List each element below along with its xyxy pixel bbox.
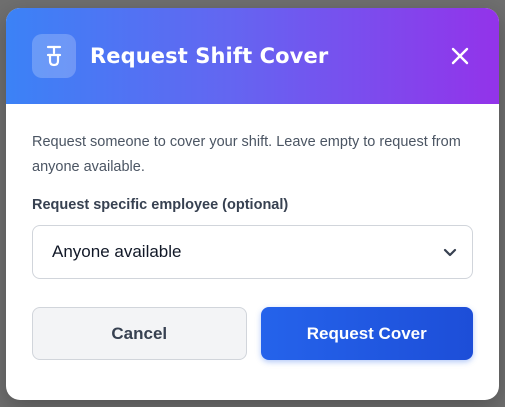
close-icon — [451, 47, 469, 65]
cancel-button[interactable]: Cancel — [32, 307, 247, 360]
chevron-down-icon — [443, 248, 457, 257]
dialog-header: Request Shift Cover — [6, 8, 499, 104]
dialog-description: Request someone to cover your shift. Lea… — [32, 134, 461, 175]
dialog-body: Request someone to cover your shift. Lea… — [6, 104, 499, 360]
dialog-title: Request Shift Cover — [90, 44, 329, 68]
request-cover-button[interactable]: Request Cover — [260, 307, 473, 360]
request-shift-cover-dialog: Request Shift Cover Request someone to c… — [6, 8, 499, 400]
employee-select[interactable]: Anyone available — [32, 225, 473, 279]
employee-select-value: Anyone available — [52, 242, 182, 261]
employee-field-label: Request specific employee (optional) — [32, 197, 289, 213]
dialog-actions: Cancel Request Cover — [32, 307, 473, 360]
close-button[interactable] — [447, 43, 473, 69]
hand-raise-icon — [32, 34, 76, 78]
